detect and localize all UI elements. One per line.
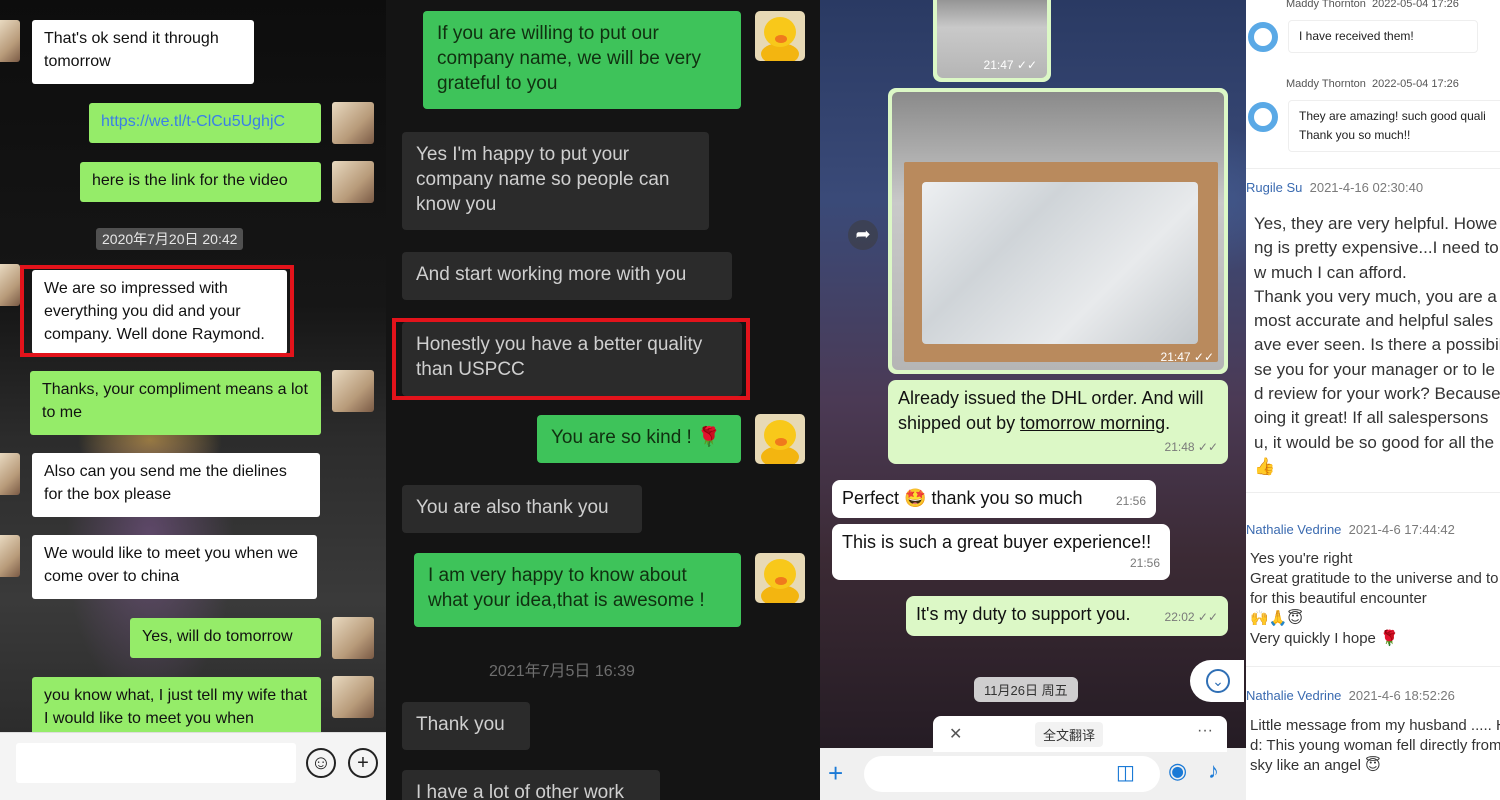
chat-panel-wechat-1: That's ok send it through tomorrow https… [0, 0, 386, 800]
chat-panel-wechat-2: If you are willing to put our company na… [386, 0, 820, 800]
divider [1246, 168, 1500, 169]
message-bubble-incoming: I have a lot of other work [402, 770, 660, 800]
reviewer-name[interactable]: Nathalie Vedrine [1246, 522, 1341, 537]
review-meta: Maddy Thornton 2022-05-04 17:26 [1286, 78, 1459, 90]
box-photo: 21:47 ✓✓ [892, 92, 1224, 370]
message-bubble-incoming: Also can you send me the dielines for th… [32, 453, 320, 517]
date-chip: 11月26日 周五 [974, 677, 1078, 702]
message-bubble-incoming: That's ok send it through tomorrow [32, 20, 254, 84]
message-bubble-incoming: We would like to meet you when we come o… [32, 535, 317, 599]
emoji-row: 🙌🙏😇 [1250, 610, 1303, 627]
own-avatar[interactable] [332, 676, 374, 718]
message-bubble-incoming: Thank you [402, 702, 530, 750]
review-meta: Maddy Thornton 2022-05-04 17:26 [1286, 0, 1459, 10]
chat-timestamp: 2020年7月20日 20:42 [96, 228, 244, 250]
highlight-frame [392, 318, 750, 400]
duck-avatar[interactable] [755, 414, 805, 464]
reviewer-name[interactable]: Nathalie Vedrine [1246, 688, 1341, 703]
review-text: Yes you're right Great gratitude to the … [1250, 550, 1499, 647]
camera-icon[interactable]: ◉ [1168, 758, 1187, 784]
avatar [1248, 102, 1278, 132]
contact-avatar[interactable] [0, 20, 20, 62]
duck-avatar[interactable] [755, 553, 805, 603]
avatar [1248, 22, 1278, 52]
message-bubble-incoming: Yes I'm happy to put your company name s… [402, 132, 709, 230]
message-text: You are so kind ! [551, 427, 692, 448]
thumbs-up-emoji: 👍 [1254, 456, 1276, 476]
microphone-icon[interactable]: ♪ [1208, 758, 1219, 784]
message-bubble-outgoing: If you are willing to put our company na… [423, 11, 741, 109]
chevron-down-icon: ⌄ [1206, 669, 1230, 693]
highlight-frame [20, 265, 294, 357]
sticker-icon[interactable]: ◫ [1116, 760, 1135, 785]
chat-input-bar: ☺ + [0, 732, 386, 800]
message-time: 21:56 [1129, 556, 1160, 570]
message-bubble-outgoing: I am very happy to know about what your … [414, 553, 741, 627]
chat-input-bar: + ◫ ◉ ♪ [820, 748, 1246, 800]
message-bubble-outgoing: Already issued the DHL order. And will s… [888, 380, 1228, 464]
contact-avatar[interactable] [0, 453, 20, 495]
scroll-down-button[interactable]: ⌄ [1190, 660, 1244, 702]
message-link[interactable]: https://we.tl/t-ClCu5UghjC [89, 103, 321, 143]
image-message[interactable]: 21:47 ✓✓ [888, 88, 1228, 374]
image-message[interactable]: 21:47 ✓✓ [933, 0, 1051, 82]
chat-timestamp: 2021年7月5日 16:39 [489, 663, 635, 680]
message-time: 21:56 [1115, 494, 1146, 508]
review-meta: Nathalie Vedrine 2021-4-6 17:44:42 [1246, 522, 1455, 537]
divider [1246, 666, 1500, 667]
forward-icon[interactable]: ➦ [848, 220, 878, 250]
review-meta: Rugile Su 2021-4-16 02:30:40 [1246, 180, 1424, 195]
message-bubble-outgoing: here is the link for the video [80, 162, 321, 202]
message-time: 21:48 ✓✓ [1164, 440, 1218, 454]
own-avatar[interactable] [332, 617, 374, 659]
contact-avatar[interactable] [0, 264, 20, 306]
review-text: Little message from my husband ..... H d… [1250, 717, 1500, 774]
message-bubble-incoming: You are also thank you [402, 485, 642, 533]
own-avatar[interactable] [332, 370, 374, 412]
own-avatar[interactable] [332, 161, 374, 203]
link-text[interactable]: tomorrow morning [1020, 413, 1165, 433]
review-text: Yes, they are very helpful. Howe ng is p… [1254, 212, 1500, 479]
own-avatar[interactable] [332, 102, 374, 144]
message-bubble-outgoing: Thanks, your compliment means a lot to m… [30, 371, 321, 435]
review-meta: Nathalie Vedrine 2021-4-6 18:52:26 [1246, 688, 1455, 703]
more-icon[interactable]: ··· [1197, 722, 1213, 740]
bubble-wrap [922, 182, 1198, 344]
contact-avatar[interactable] [0, 535, 20, 577]
message-time: 21:47 ✓✓ [983, 58, 1037, 72]
message-time: 21:47 ✓✓ [1160, 350, 1214, 364]
close-icon[interactable]: ✕ [949, 724, 962, 744]
review-message: They are amazing! such good quali Thank y… [1288, 100, 1500, 152]
message-bubble-incoming: And start working more with you [402, 252, 732, 300]
reviewer-name[interactable]: Rugile Su [1246, 180, 1302, 195]
message-bubble-incoming: Perfect 🤩 thank you so much 21:56 [832, 480, 1156, 518]
rose-emoji: 🌹 [697, 427, 721, 448]
review-message: I have received them! [1288, 20, 1478, 53]
message-bubble-outgoing: It's my duty to support you. 22:02 ✓✓ [906, 596, 1228, 636]
photo: 21:47 ✓✓ [937, 0, 1047, 78]
message-input[interactable] [16, 743, 296, 783]
plus-icon[interactable]: + [828, 758, 843, 789]
message-bubble-outgoing: You are so kind ! 🌹 [537, 415, 741, 463]
divider [1246, 492, 1500, 493]
plus-circle-icon[interactable]: + [348, 748, 378, 778]
message-time: 22:02 ✓✓ [1164, 610, 1218, 624]
translate-bar: ✕ 全文翻译 ··· [933, 716, 1227, 752]
duck-avatar[interactable] [755, 11, 805, 61]
translate-button[interactable]: 全文翻译 [1035, 722, 1104, 747]
message-bubble-outgoing: Yes, will do tomorrow [130, 618, 321, 658]
message-bubble-incoming: This is such a great buyer experience!! … [832, 524, 1170, 580]
review-list: Maddy Thornton 2022-05-04 17:26 I have r… [1246, 0, 1500, 800]
smiley-face-icon[interactable]: ☺ [306, 748, 336, 778]
